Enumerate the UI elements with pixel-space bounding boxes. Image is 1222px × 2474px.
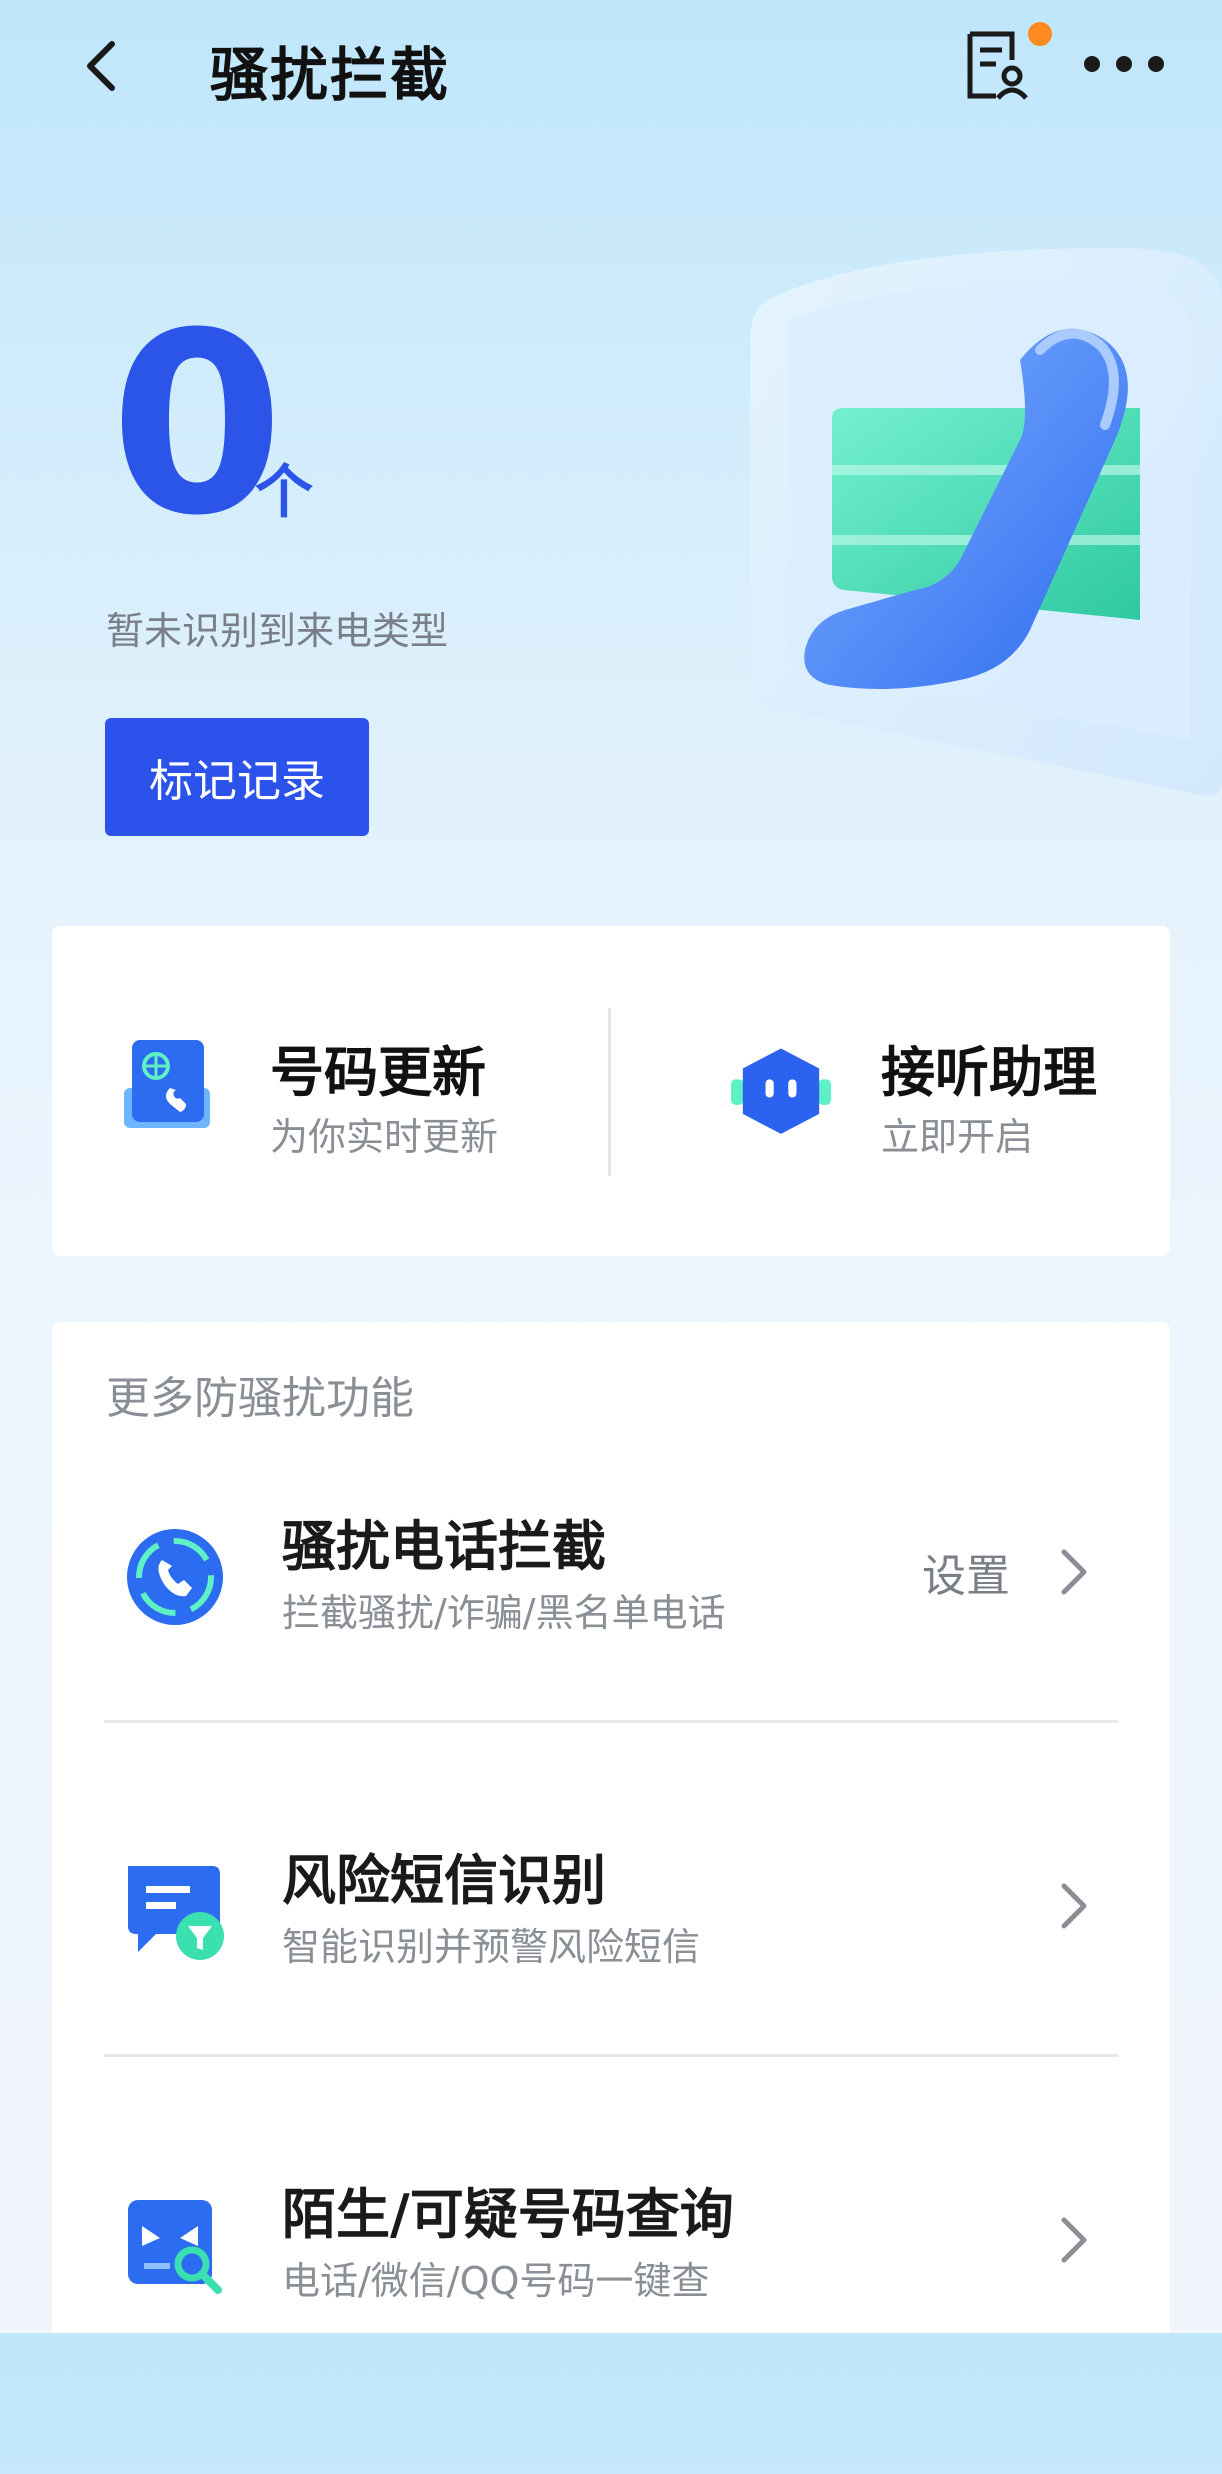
section-heading: 更多防骚扰功能 xyxy=(106,1373,414,1424)
list-item-sms-risk[interactable]: 风险短信识别 智能识别并预警风险短信 xyxy=(52,1806,1170,2140)
number-search-icon xyxy=(128,2200,222,2294)
assistant-robot-icon xyxy=(731,1048,831,1134)
number-update-item[interactable]: 号码更新 为你实时更新 xyxy=(52,926,611,1256)
sms-risk-subtitle: 智能识别并预警风险短信 xyxy=(282,1925,701,1969)
mark-records-button[interactable]: 标记记录 xyxy=(105,718,369,836)
chevron-right-icon[interactable] xyxy=(1056,1546,1090,1598)
top-app-bar: 骚扰拦截 xyxy=(0,0,1222,140)
divider xyxy=(104,2054,1118,2057)
call-assistant-title: 接听助理 xyxy=(881,1041,1097,1104)
number-lookup-title: 陌生/可疑号码查询 xyxy=(282,2183,734,2246)
more-options-icon[interactable] xyxy=(1080,50,1170,80)
sms-filter-icon xyxy=(128,1866,224,1960)
page-title: 骚扰拦截 xyxy=(210,41,451,109)
phone-block-icon xyxy=(127,1529,223,1625)
chevron-right-icon[interactable] xyxy=(1056,2214,1090,2266)
settings-link[interactable]: 设置 xyxy=(922,1540,1010,1604)
count-unit: 个 xyxy=(255,458,314,526)
back-arrow-icon[interactable] xyxy=(78,36,128,96)
call-block-subtitle: 拦截骚扰/诈骗/黑名单电话 xyxy=(282,1591,726,1635)
quick-actions-card: 号码更新 为你实时更新 接听助理 立即开启 xyxy=(52,926,1170,1256)
more-features-card: 更多防骚扰功能 骚扰电话拦截 拦截骚扰/诈骗/黑名单电话 设置 风险短信识别 智… xyxy=(52,1322,1170,2333)
number-update-title: 号码更新 xyxy=(270,1041,486,1104)
sms-risk-title: 风险短信识别 xyxy=(282,1849,606,1912)
call-assistant-item[interactable]: 接听助理 立即开启 xyxy=(611,926,1170,1256)
list-item-call-block[interactable]: 骚扰电话拦截 拦截骚扰/诈骗/黑名单电话 设置 xyxy=(52,1472,1170,1806)
chevron-right-icon[interactable] xyxy=(1056,1880,1090,1932)
call-assistant-subtitle: 立即开启 xyxy=(881,1115,1034,1159)
divider xyxy=(104,1720,1118,1723)
call-block-title: 骚扰电话拦截 xyxy=(282,1515,606,1578)
list-item-number-lookup[interactable]: 陌生/可疑号码查询 电话/微信/QQ号码一键查 xyxy=(52,2140,1170,2474)
report-document-icon[interactable] xyxy=(962,30,1028,102)
number-lookup-subtitle: 电话/微信/QQ号码一键查 xyxy=(282,2259,710,2303)
phone-shield-illustration xyxy=(750,248,1222,796)
hero-subtitle: 暂未识别到来电类型 xyxy=(106,609,449,653)
notification-badge xyxy=(1028,22,1052,46)
number-update-icon xyxy=(124,1040,210,1128)
number-update-subtitle: 为你实时更新 xyxy=(270,1115,499,1159)
